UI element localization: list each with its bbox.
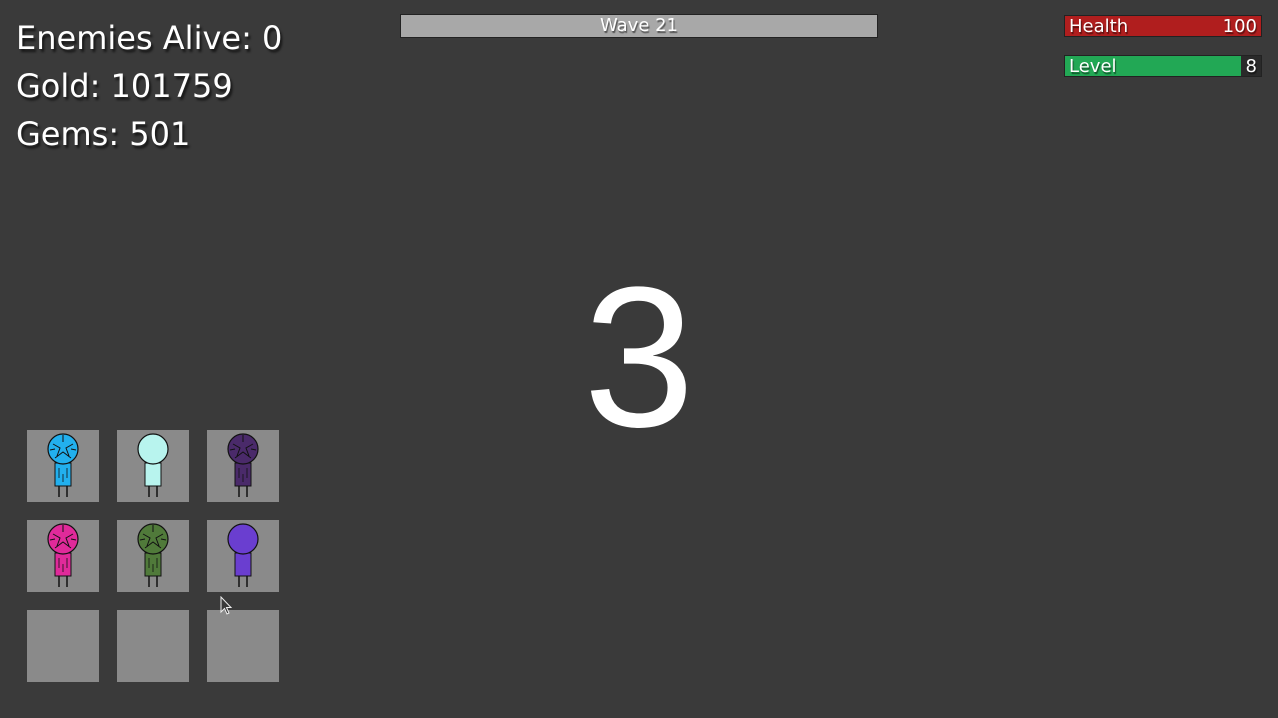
stats-panel: Enemies Alive: 0 Gold: 101759 Gems: 501: [16, 14, 282, 158]
gems-text: Gems: 501: [16, 115, 191, 153]
green-unit-icon: [137, 523, 169, 587]
wave-bar: Wave 21: [400, 14, 878, 38]
level-bar: Level 8: [1064, 55, 1262, 77]
inventory-slot[interactable]: [27, 610, 99, 682]
enemies-alive-text: Enemies Alive: 0: [16, 19, 283, 57]
cyan-unit-icon: [137, 433, 169, 497]
level-label: Level: [1069, 56, 1117, 77]
game-screen: Enemies Alive: 0 Gold: 101759 Gems: 501 …: [0, 0, 1278, 718]
gold-text: Gold: 101759: [16, 67, 233, 105]
inventory-slot[interactable]: [117, 610, 189, 682]
level-value: 8: [1245, 56, 1257, 77]
inventory-slot[interactable]: [207, 520, 279, 592]
inventory-slot[interactable]: [117, 520, 189, 592]
health-label: Health: [1069, 16, 1129, 37]
wave-label: Wave 21: [599, 15, 679, 36]
violet-unit-icon: [227, 523, 259, 587]
mouse-cursor-icon: [220, 596, 233, 615]
inventory-slot[interactable]: [27, 430, 99, 502]
purple-unit-icon: [227, 433, 259, 497]
inventory-slot[interactable]: [207, 610, 279, 682]
blue-unit-icon: [47, 433, 79, 497]
wave-countdown: 3: [583, 246, 695, 469]
pink-unit-icon: [47, 523, 79, 587]
inventory-slot[interactable]: [117, 430, 189, 502]
health-value: 100: [1222, 16, 1257, 37]
health-bar: Health 100: [1064, 15, 1262, 37]
inventory-slot[interactable]: [207, 430, 279, 502]
inventory-slot[interactable]: [27, 520, 99, 592]
